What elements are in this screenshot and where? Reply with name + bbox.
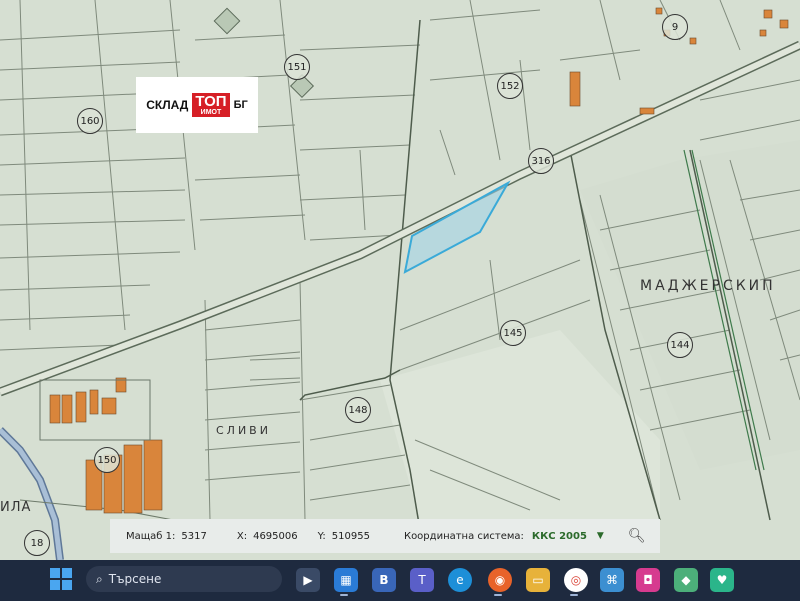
x-coordinate: 4695006 bbox=[253, 530, 298, 542]
photo-app-icon[interactable]: ◆ bbox=[674, 568, 698, 592]
parcel-number: 151 bbox=[284, 54, 310, 80]
logo-bg: БГ bbox=[233, 99, 248, 111]
teams-icon[interactable]: T bbox=[410, 568, 434, 592]
parcel-number: 150 bbox=[94, 447, 120, 473]
parcel-number: 18 bbox=[24, 530, 50, 556]
y-label: Y: bbox=[317, 530, 326, 542]
scale-value: 5317 bbox=[181, 530, 207, 542]
parcel-number: 9 bbox=[662, 14, 688, 40]
parcel-number: 145 bbox=[500, 320, 526, 346]
parcel-number: 160 bbox=[77, 108, 103, 134]
watermark-logo: СКЛАД ТОП ИМОТ БГ bbox=[136, 77, 258, 133]
taskbar-running-indicator bbox=[340, 594, 348, 596]
taskbar-running-indicator bbox=[570, 594, 578, 596]
x-label: X: bbox=[236, 530, 248, 542]
file-explorer-icon[interactable]: ▭ bbox=[526, 568, 550, 592]
cadastral-map[interactable]: 160 151 152 316 145 144 148 150 9 18 МАД… bbox=[0, 0, 800, 560]
logo-top: ТОП bbox=[195, 93, 227, 110]
place-name-slivi: СЛИВИ bbox=[216, 424, 271, 437]
parcel-number: 144 bbox=[667, 332, 693, 358]
crs-label: Координатна система: bbox=[403, 530, 524, 542]
place-name-madzherski: МАДЖЕРСКИП bbox=[640, 278, 776, 294]
logo-sklad: СКЛАД bbox=[146, 98, 189, 112]
zoom-search-icon[interactable]: 🔍︎ bbox=[628, 528, 646, 544]
search-icon: ⌕ bbox=[96, 571, 103, 586]
bing-icon[interactable]: B bbox=[372, 568, 396, 592]
chrome-icon[interactable]: ◎ bbox=[564, 568, 588, 592]
parcel-number: 148 bbox=[345, 397, 371, 423]
taskbar-search-input[interactable]: ⌕ Търсене bbox=[86, 566, 282, 592]
windows-start-icon[interactable] bbox=[50, 568, 72, 590]
map-statusbar: Мащаб 1: 5317 X: 4695006 Y: 510955 Коорд… bbox=[110, 519, 660, 553]
logo-box: ТОП ИМОТ bbox=[192, 93, 230, 117]
parcel-number: 316 bbox=[528, 148, 554, 174]
instagram-icon[interactable]: ◘ bbox=[636, 568, 660, 592]
taskbar-running-indicator bbox=[494, 594, 502, 596]
place-name-ila: ИЛА bbox=[0, 500, 32, 515]
crs-dropdown-icon[interactable]: ▼ bbox=[597, 531, 604, 541]
network-app-icon[interactable]: ⌘ bbox=[600, 568, 624, 592]
edge-icon[interactable]: e bbox=[448, 568, 472, 592]
health-app-icon[interactable]: ♥ bbox=[710, 568, 734, 592]
scale-label: Мащаб 1: bbox=[126, 530, 176, 542]
search-placeholder: Търсене bbox=[108, 572, 162, 586]
parcel-number: 152 bbox=[497, 73, 523, 99]
crs-value[interactable]: ККС 2005 bbox=[532, 531, 587, 542]
video-app-icon[interactable]: ▶ bbox=[296, 568, 320, 592]
store-icon[interactable]: ▦ bbox=[334, 568, 358, 592]
logo-imot: ИМОТ bbox=[200, 109, 222, 116]
y-coordinate: 510955 bbox=[331, 530, 370, 542]
firefox-icon[interactable]: ◉ bbox=[488, 568, 512, 592]
